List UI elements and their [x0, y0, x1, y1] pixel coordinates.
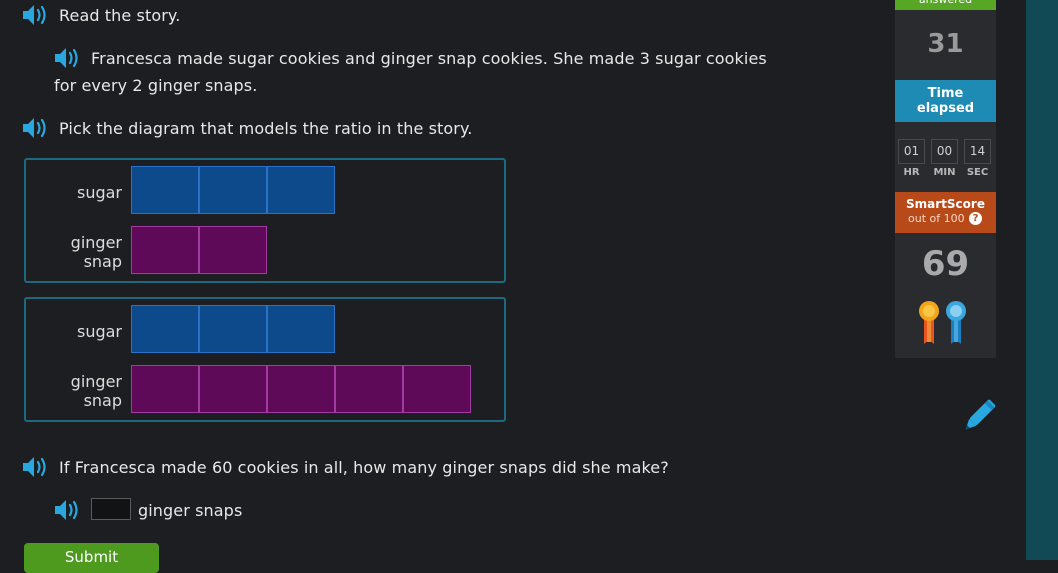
- sugar-label: sugar: [76, 183, 122, 202]
- speaker-icon[interactable]: [53, 497, 83, 523]
- speaker-icon[interactable]: [53, 45, 83, 71]
- diagram-option-1[interactable]: sugar ginger snap: [24, 158, 506, 283]
- sugar-unit-block: [267, 305, 335, 353]
- ginger-unit-block: [199, 226, 267, 274]
- ginger-label-line1: ginger: [70, 233, 122, 252]
- seconds-label: SEC: [966, 167, 989, 178]
- ginger-unit-block: [131, 365, 199, 413]
- hours-value: 01: [898, 139, 925, 164]
- sugar-label: sugar: [76, 322, 122, 341]
- smartscore-subtitle: out of 100: [908, 212, 965, 225]
- hours-label: HR: [903, 167, 920, 178]
- ginger-unit-block: [335, 365, 403, 413]
- minutes-value: 00: [931, 139, 958, 164]
- medal-icon: [919, 301, 966, 344]
- help-icon[interactable]: ?: [969, 212, 982, 225]
- ginger-label-line2: snap: [83, 252, 122, 271]
- ginger-unit-block: [131, 226, 199, 274]
- diagram-prompt: Pick the diagram that models the ratio i…: [59, 119, 473, 138]
- ginger-unit-block: [199, 365, 267, 413]
- ginger-unit-block: [403, 365, 471, 413]
- ginger-label-line2: snap: [83, 391, 122, 410]
- speaker-icon[interactable]: [21, 454, 51, 480]
- ginger-unit-block: [267, 365, 335, 413]
- time-elapsed-header: Time elapsed: [895, 80, 996, 122]
- smartscore-value: 69: [921, 244, 970, 284]
- seconds-value: 14: [964, 139, 991, 164]
- pencil-icon[interactable]: [957, 398, 997, 438]
- sugar-unit-block: [267, 166, 335, 214]
- page-edge: [1026, 0, 1058, 560]
- smartscore-header: SmartScore out of 100 ?: [895, 192, 996, 233]
- answer-input[interactable]: [91, 498, 131, 520]
- submit-button[interactable]: Submit: [24, 543, 159, 573]
- sugar-unit-block: [199, 305, 267, 353]
- read-story-instruction: Read the story.: [59, 6, 181, 25]
- story-text-line2: for every 2 ginger snaps.: [54, 76, 258, 95]
- diagram-option-2[interactable]: sugar ginger snap: [24, 297, 506, 422]
- ginger-label-line1: ginger: [70, 372, 122, 391]
- time-label-line2: elapsed: [916, 101, 975, 116]
- sugar-unit-block: [199, 166, 267, 214]
- sugar-unit-block: [131, 166, 199, 214]
- answered-label: answered: [919, 0, 972, 6]
- practice-area: Read the story. Francesca made sugar coo…: [0, 0, 1026, 573]
- smartscore-title: SmartScore: [906, 197, 985, 211]
- followup-question: If Francesca made 60 cookies in all, how…: [59, 458, 669, 477]
- speaker-icon[interactable]: [21, 115, 51, 141]
- progress-sidebar: answered 31 Time elapsed 01 00 14 HR MIN…: [895, 0, 996, 358]
- time-label-line1: Time: [927, 86, 964, 101]
- speaker-icon[interactable]: [21, 2, 51, 28]
- sugar-unit-block: [131, 305, 199, 353]
- answer-unit: ginger snaps: [138, 501, 243, 520]
- answered-count: 31: [927, 29, 964, 59]
- story-text-line1: Francesca made sugar cookies and ginger …: [91, 49, 767, 68]
- minutes-label: MIN: [933, 167, 956, 178]
- answered-header: answered: [895, 0, 996, 10]
